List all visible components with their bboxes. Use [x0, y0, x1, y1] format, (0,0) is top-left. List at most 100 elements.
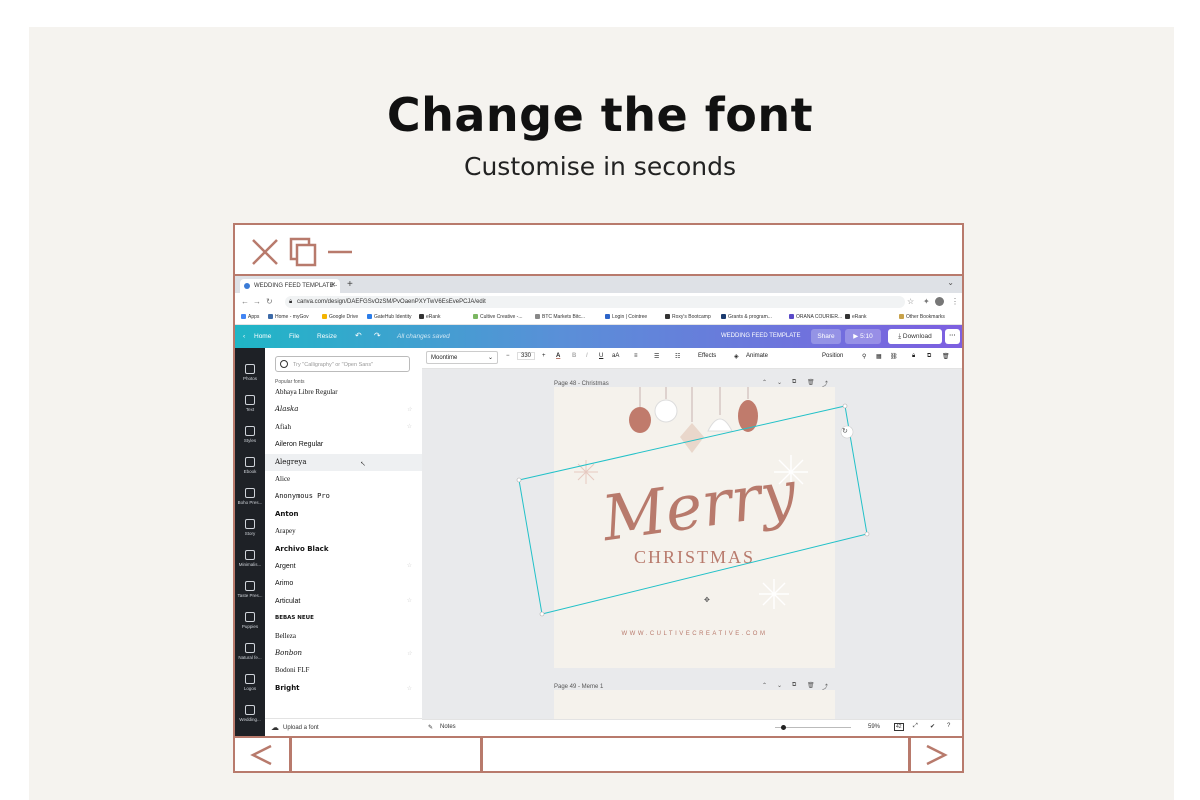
bookmark-item[interactable]: GateHub Identity — [367, 314, 412, 320]
transparency-icon[interactable]: ▦ — [876, 353, 882, 360]
list-icon[interactable]: ☰ — [654, 353, 659, 360]
bookmark-item[interactable]: Home - myGov — [268, 314, 309, 320]
font-list-item[interactable]: Bright ☆ — [265, 680, 422, 697]
italic-icon[interactable]: I — [586, 353, 588, 359]
sidebar-item-wedding[interactable]: Wedding... — [235, 705, 265, 722]
font-list-item[interactable]: Alaska ☆ — [265, 401, 422, 418]
font-list-item[interactable]: Anonymous Pro — [265, 488, 422, 505]
fullscreen-icon[interactable]: ⤢ — [913, 723, 918, 730]
file-menu[interactable]: File — [289, 333, 299, 340]
lock-icon[interactable]: 🔒︎ — [912, 353, 915, 360]
paint-format-icon[interactable]: ⚲ — [862, 353, 866, 360]
tab-close-icon[interactable]: ✕ — [330, 279, 336, 293]
font-list-item[interactable]: Belleza — [265, 628, 422, 645]
duplicate-icon[interactable]: ⧉ — [927, 353, 931, 360]
font-size-increase[interactable]: + — [542, 353, 546, 359]
close-x-icon[interactable] — [251, 238, 279, 266]
font-list-item[interactable]: Arapey — [265, 523, 422, 540]
resize-button[interactable]: Resize — [317, 333, 337, 340]
help-icon[interactable]: ? — [947, 723, 950, 729]
browser-tab[interactable]: WEDDING FEED TEMPLATE - ✕ — [240, 279, 340, 293]
font-list-item[interactable]: Anton — [265, 506, 422, 523]
sidebar-item-natural-fe[interactable]: Natural fe... — [235, 643, 265, 660]
align-center-icon[interactable]: ≡ — [634, 353, 638, 359]
font-list-item[interactable]: Abhaya Libre Regular — [265, 384, 422, 401]
share-button[interactable]: Share — [811, 329, 841, 344]
font-list-item[interactable]: Aileron Regular — [265, 436, 422, 453]
animate-icon[interactable]: ◈ — [734, 353, 739, 360]
font-list-item[interactable]: Alice — [265, 471, 422, 488]
bookmark-item[interactable]: Other Bookmarks — [899, 314, 945, 320]
bookmark-item[interactable]: eRank — [419, 314, 440, 320]
chevron-right-icon[interactable] — [923, 744, 949, 766]
font-family-select[interactable]: Moontime ⌄ — [426, 351, 498, 364]
profile-avatar[interactable] — [935, 297, 944, 306]
bookmark-item[interactable]: BTC Markets Bitc... — [535, 314, 585, 320]
font-list-item[interactable]: Bodoni FLF — [265, 662, 422, 679]
rotate-handle-icon[interactable]: ↻ — [842, 427, 848, 435]
minimize-icon[interactable] — [327, 249, 353, 255]
favorite-star-icon[interactable]: ☆ — [407, 645, 412, 662]
font-list-item[interactable]: Articulat ☆ — [265, 593, 422, 610]
more-options-icon[interactable]: ··· — [945, 329, 960, 344]
favorite-star-icon[interactable]: ☆ — [407, 401, 412, 418]
font-list-item[interactable]: Arimo — [265, 575, 422, 592]
favorite-star-icon[interactable]: ☆ — [407, 558, 412, 575]
tab-menu-chevron-icon[interactable]: ⌄ — [947, 278, 954, 287]
new-tab-icon[interactable]: + — [347, 279, 353, 290]
download-button[interactable]: ⤓ Download — [888, 329, 942, 344]
bookmark-item[interactable]: Cultive Creative -... — [473, 314, 523, 320]
page-delete-icon[interactable]: 🗑︎ — [807, 379, 815, 386]
copy-icon[interactable] — [289, 237, 317, 267]
design-page-meme[interactable] — [554, 690, 835, 720]
bookmark-item[interactable]: Roxy's Bootcamp — [665, 314, 711, 320]
sidebar-item-ebook[interactable]: Ebook — [235, 457, 265, 474]
zoom-slider-handle[interactable] — [781, 725, 786, 730]
sidebar-item-photos[interactable]: Photos — [235, 364, 265, 381]
present-button[interactable]: ▶ 5:10 — [845, 329, 881, 344]
link-icon[interactable]: ⛓ — [890, 353, 898, 360]
page2-delete-icon[interactable]: 🗑︎ — [807, 682, 815, 689]
animate-button[interactable]: Animate — [746, 353, 768, 359]
bookmark-star-icon[interactable]: ☆ — [907, 297, 914, 306]
upload-font-button[interactable]: ☁ Upload a font — [265, 718, 422, 736]
page2-down-icon[interactable]: ⌄ — [777, 682, 782, 689]
zoom-level[interactable]: 59% — [868, 724, 880, 730]
forward-icon[interactable]: → — [253, 297, 261, 306]
underline-icon[interactable]: U — [599, 353, 603, 359]
design-page-christmas[interactable]: Merry CHRISTMAS WWW.CULTIVECREATIVE.COM — [554, 387, 835, 668]
page2-up-icon[interactable]: ⌃ — [762, 682, 767, 689]
page-count[interactable]: 42 — [894, 723, 904, 731]
reload-icon[interactable]: ↻ — [266, 297, 273, 306]
letter-case-icon[interactable]: aA — [612, 353, 619, 359]
favorite-star-icon[interactable]: ☆ — [407, 419, 412, 436]
page-duplicate-icon[interactable]: ⧉ — [792, 379, 796, 386]
bookmark-item[interactable]: Grants & program... — [721, 314, 772, 320]
sidebar-item-story[interactable]: Story — [235, 519, 265, 536]
page-up-icon[interactable]: ⌃ — [762, 379, 767, 386]
font-search-input[interactable]: Try "Calligraphy" or "Open Sans" — [275, 356, 410, 372]
notes-icon[interactable]: ✎ — [428, 724, 433, 731]
christmas-text[interactable]: CHRISTMAS — [554, 547, 835, 568]
home-button[interactable]: Home — [254, 333, 271, 340]
move-handle-icon[interactable]: ✥ — [704, 596, 710, 604]
delete-icon[interactable]: 🗑︎ — [942, 353, 950, 360]
sidebar-item-logos[interactable]: Logos — [235, 674, 265, 691]
bold-icon[interactable]: B — [572, 353, 576, 359]
zoom-slider[interactable] — [775, 727, 851, 728]
sidebar-item-taste-pres[interactable]: Taste Pres... — [235, 581, 265, 598]
favorite-star-icon[interactable]: ☆ — [407, 680, 412, 697]
font-list-item[interactable]: Argent ☆ — [265, 558, 422, 575]
website-text[interactable]: WWW.CULTIVECREATIVE.COM — [554, 631, 835, 637]
font-list-item[interactable]: Afiah ☆ — [265, 419, 422, 436]
favorite-star-icon[interactable]: ☆ — [407, 593, 412, 610]
page-down-icon[interactable]: ⌄ — [777, 379, 782, 386]
home-back-chevron-icon[interactable]: ‹ — [243, 333, 245, 340]
notes-button[interactable]: Notes — [440, 724, 456, 730]
back-icon[interactable]: ← — [241, 297, 249, 306]
font-size-decrease[interactable]: − — [506, 353, 510, 359]
font-size-input[interactable]: 330 — [517, 352, 536, 360]
font-list-item[interactable]: Alegreya ↖ — [265, 453, 422, 471]
page2-duplicate-icon[interactable]: ⧉ — [792, 682, 796, 689]
font-list-item[interactable]: BEBAS NEUE — [265, 610, 422, 627]
